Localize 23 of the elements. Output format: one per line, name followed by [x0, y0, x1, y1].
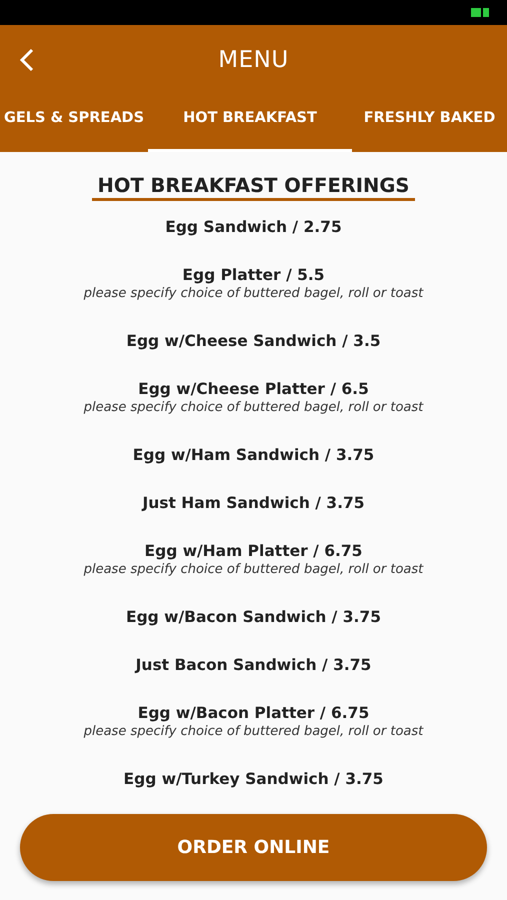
chevron-left-icon [18, 47, 36, 73]
item-name: Egg w/Bacon Platter / 6.75 [138, 703, 370, 723]
category-tab[interactable]: GELS & SPREADS [0, 95, 148, 152]
item-name: Egg w/Ham Sandwich / 3.75 [132, 445, 374, 465]
category-tab[interactable]: FRESHLY BAKED [352, 95, 507, 152]
item-note: please specify choice of buttered bagel, roll or toast [84, 285, 424, 303]
item-note: please specify choice of buttered bagel, roll or toast [84, 399, 424, 417]
category-tab[interactable]: HOT BREAKFAST [148, 95, 352, 152]
item-note: please specify choice of buttered bagel, roll or toast [84, 561, 424, 579]
item-name: Egg w/Cheese Platter / 6.5 [138, 379, 369, 399]
battery-icon [471, 7, 491, 18]
item-name: Just Bacon Sandwich / 3.75 [136, 655, 372, 675]
item-name: Egg w/Cheese Sandwich / 3.5 [126, 331, 381, 351]
section-title: HOT BREAKFAST OFFERINGS [92, 174, 416, 201]
item-name: Egg w/Ham Platter / 6.75 [144, 541, 362, 561]
item-name: Just Ham Sandwich / 3.75 [142, 493, 365, 513]
item-name: Egg w/Bacon Sandwich / 3.75 [126, 607, 381, 627]
item-name: Egg Sandwich / 2.75 [165, 217, 342, 237]
item-name: Egg Platter / 5.5 [182, 265, 325, 285]
item-name: Egg w/Turkey Sandwich / 3.75 [124, 769, 384, 789]
page-title: MENU [218, 47, 289, 73]
order-online-button[interactable]: ORDER ONLINE [20, 814, 487, 881]
item-note: please specify choice of buttered bagel, roll or toast [84, 723, 424, 741]
